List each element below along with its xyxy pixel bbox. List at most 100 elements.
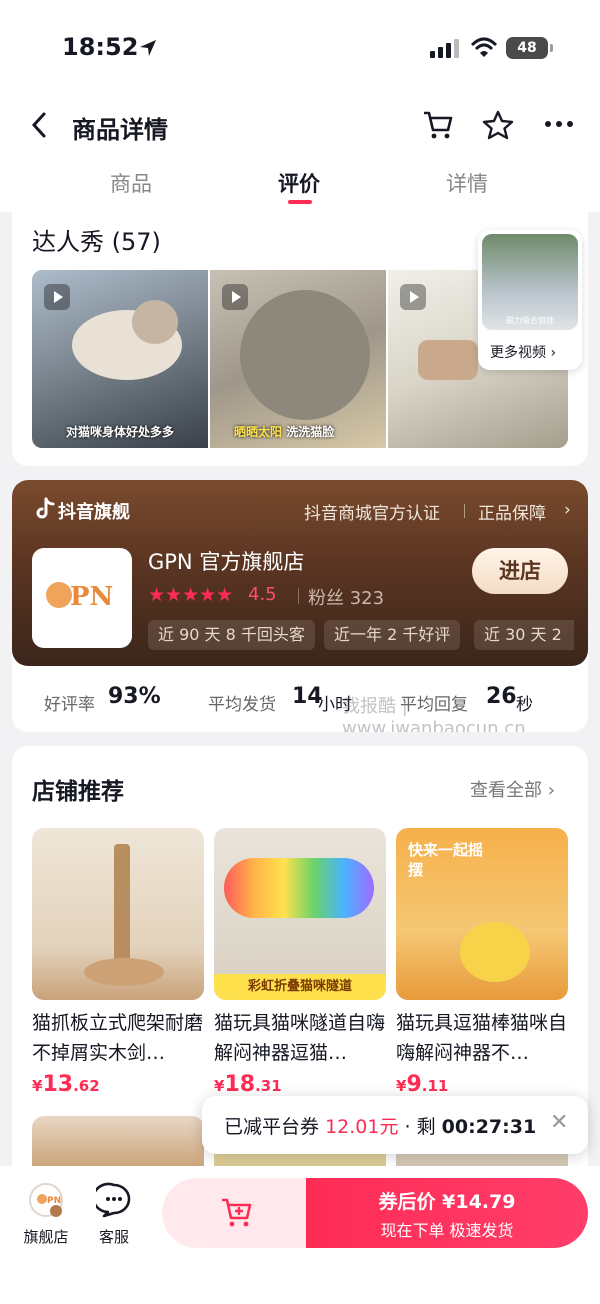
- influencer-show-card: 达人秀 (57) 对猫咪身体好处多多 晒晒太阳 洗洗猫脸 磁力吸合窗挂 更多视频…: [12, 212, 588, 466]
- product-name: 猫抓板立式爬架耐磨不掉屑实木剑…: [32, 1012, 204, 1064]
- store-avatar-icon: PN: [29, 1183, 63, 1217]
- chevron-right-icon: ›: [564, 500, 571, 520]
- tab-product[interactable]: 商品: [110, 168, 152, 198]
- coupon-suffix: · 剩: [404, 1116, 436, 1138]
- watermark: 我报酷 | www.iwanbaocun.cn: [342, 696, 526, 732]
- tab-reviews[interactable]: 评价: [278, 168, 320, 198]
- product-banner: 彩虹折叠猫咪隧道: [214, 974, 386, 1000]
- status-time: 18:52: [62, 33, 139, 61]
- location-arrow-icon: [140, 40, 156, 56]
- video-1-caption: 对猫咪身体好处多多: [65, 425, 174, 439]
- more-videos-thumb-caption: 磁力吸合窗挂: [506, 316, 554, 325]
- product-name: 猫玩具猫咪隧道自嗨解闷神器逗猫…: [214, 1012, 386, 1064]
- store-name: GPN 官方旗舰店: [148, 550, 305, 574]
- product-name: 猫玩具逗猫棒猫咪自嗨解闷神器不…: [396, 1012, 568, 1064]
- product-image-tunnel: [224, 858, 374, 918]
- nav-bar: 商品详情: [0, 96, 600, 154]
- flagship-brand-label: 抖音旗舰: [58, 502, 130, 523]
- product-image: [32, 828, 204, 1000]
- divider: [464, 504, 465, 518]
- more-options-icon[interactable]: [544, 120, 574, 128]
- product-image-post: [114, 844, 130, 974]
- svg-text:PN: PN: [47, 1196, 61, 1206]
- coupon-amount: 12.01元: [325, 1116, 399, 1138]
- coupon-price-label: 券后价 ¥14.79: [378, 1191, 516, 1213]
- enter-store-button[interactable]: 进店: [472, 548, 568, 594]
- store-header[interactable]: 抖音旗舰 抖音商城官方认证 正品保障 › PN GPN 官方旗舰店 ★★★★★ …: [12, 480, 588, 666]
- tab-active-indicator: [288, 200, 312, 204]
- flagship-store-label: 旗舰店: [23, 1228, 69, 1246]
- coupon-toast-text: 已减平台券 12.01元 · 剩 00:27:31: [224, 1112, 536, 1139]
- price-decimal: .31: [255, 1077, 282, 1095]
- play-icon: [44, 284, 70, 310]
- tab-bar: 商品 评价 详情: [0, 154, 600, 212]
- store-fans-count: 粉丝 323: [308, 588, 385, 609]
- video-2-caption: 晒晒太阳 洗洗猫脸: [234, 423, 386, 440]
- coupon-countdown: 00:27:31: [441, 1116, 537, 1138]
- product-card[interactable]: 彩虹折叠猫咪隧道 猫玩具猫咪隧道自嗨解闷神器逗猫… ¥18.31: [214, 828, 386, 1097]
- tab-details[interactable]: 详情: [446, 168, 488, 198]
- cellular-signal-icon: [430, 39, 459, 58]
- battery-indicator: 48: [506, 37, 548, 59]
- customer-service-button[interactable]: 客服: [84, 1182, 144, 1247]
- price-integer: 18: [224, 1072, 256, 1097]
- product-card[interactable]: 猫抓板立式爬架耐磨不掉屑实木剑… ¥13.62: [32, 828, 204, 1097]
- buy-now-button[interactable]: 券后价 ¥14.79 现在下单 极速发货: [306, 1178, 588, 1248]
- close-icon[interactable]: ✕: [550, 1110, 568, 1135]
- add-to-cart-icon: [222, 1198, 252, 1227]
- product-image-base: [84, 958, 164, 986]
- page-title: 商品详情: [72, 116, 168, 144]
- price-integer: 9: [406, 1072, 422, 1097]
- video-3-hand-image: [418, 340, 478, 380]
- more-videos-label: 更多视频 ›: [490, 345, 557, 361]
- product-card[interactable]: 快来一起摇摆 猫玩具逗猫棒猫咪自嗨解闷神器不… ¥9.11: [396, 828, 568, 1097]
- product-image: 彩虹折叠猫咪隧道: [214, 828, 386, 1000]
- play-icon: [222, 284, 248, 310]
- avg-ship-label: 平均发货: [208, 695, 276, 715]
- product-image-toy: [460, 922, 530, 982]
- add-to-cart-button[interactable]: [162, 1178, 308, 1248]
- product-image: 快来一起摇摆: [396, 828, 568, 1000]
- price-currency: ¥: [32, 1077, 43, 1095]
- influencer-video-1[interactable]: 对猫咪身体好处多多: [32, 270, 208, 448]
- influencer-show-title: 达人秀 (57): [32, 228, 161, 256]
- store-recommend-title: 店铺推荐: [32, 779, 124, 805]
- store-logo-text: PN: [70, 582, 114, 612]
- store-logo: PN: [32, 548, 132, 648]
- coupon-prefix: 已减平台券: [224, 1116, 320, 1138]
- influencer-video-2[interactable]: 晒晒太阳 洗洗猫脸: [210, 270, 386, 448]
- price-decimal: .11: [421, 1077, 449, 1095]
- view-all-link[interactable]: 查看全部 ›: [470, 776, 555, 802]
- status-bar: 18:52 48: [0, 0, 600, 96]
- buy-now-subtitle: 现在下单 极速发货: [380, 1221, 514, 1240]
- product-banner: 快来一起摇摆: [408, 841, 484, 879]
- store-tag-chip: 近一年 2 千好评: [324, 620, 461, 650]
- price-currency: ¥: [396, 1077, 407, 1095]
- favorite-star-icon[interactable]: [482, 110, 514, 140]
- video-1-cat-head: [132, 300, 178, 344]
- back-arrow-icon[interactable]: [28, 112, 52, 138]
- douyin-logo-icon: [36, 497, 55, 519]
- store-card: 抖音旗舰 抖音商城官方认证 正品保障 › PN GPN 官方旗舰店 ★★★★★ …: [12, 480, 588, 732]
- video-2-caption-a: 晒晒太阳: [234, 425, 283, 439]
- wifi-icon: [470, 37, 498, 57]
- battery-cap: [550, 44, 553, 52]
- price-currency: ¥: [214, 1077, 225, 1095]
- authentic-guarantee-label: 正品保障: [478, 504, 546, 524]
- video-2-cat-image: [240, 290, 370, 420]
- product-price: ¥18.31: [214, 1072, 386, 1097]
- more-videos-button[interactable]: 磁力吸合窗挂 更多视频 ›: [478, 230, 582, 370]
- store-rating-value: 4.5: [248, 584, 277, 605]
- store-rating-stars: ★★★★★: [148, 584, 234, 606]
- more-videos-thumbnail: 磁力吸合窗挂: [482, 234, 578, 330]
- cart-icon[interactable]: [422, 110, 454, 140]
- bottom-action-bar: PN 旗舰店 客服 券后价 ¥14.79 现在下单 极速发货: [0, 1166, 600, 1304]
- flagship-store-button[interactable]: PN 旗舰店: [16, 1182, 76, 1247]
- good-rate-label: 好评率: [44, 695, 95, 715]
- bear-logo-icon: [46, 582, 72, 608]
- store-tag-chip: 近 90 天 8 千回头客: [148, 620, 315, 650]
- price-decimal: .62: [73, 1077, 100, 1095]
- divider: [298, 588, 299, 604]
- play-icon: [400, 284, 426, 310]
- coupon-toast: 已减平台券 12.01元 · 剩 00:27:31 ✕: [202, 1096, 588, 1154]
